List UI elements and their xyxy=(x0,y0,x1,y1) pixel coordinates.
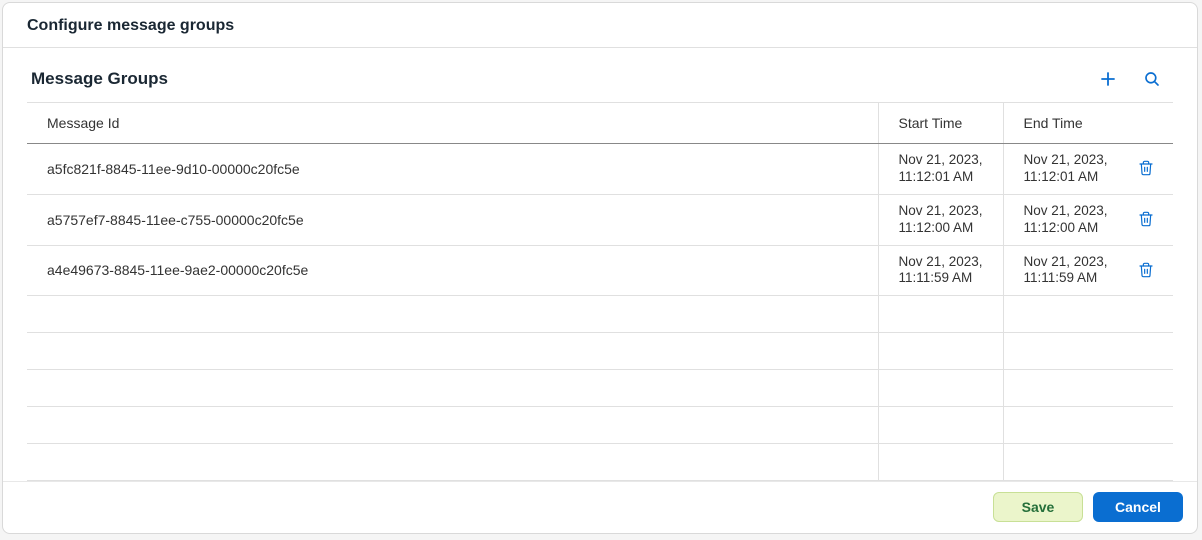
section-header: Message Groups xyxy=(27,66,1173,92)
cell-message-id: a5757ef7-8845-11ee-c755-00000c20fc5e xyxy=(27,194,878,245)
cell-end-time: Nov 21, 2023, 11:12:01 AM xyxy=(1003,144,1128,195)
cell-message-id: a5fc821f-8845-11ee-9d10-00000c20fc5e xyxy=(27,144,878,195)
search-button[interactable] xyxy=(1139,66,1165,92)
message-groups-table: Message Id Start Time End Time a5fc821f-… xyxy=(27,102,1173,481)
column-header-end-time[interactable]: End Time xyxy=(1003,103,1128,144)
add-button[interactable] xyxy=(1095,66,1121,92)
cancel-button[interactable]: Cancel xyxy=(1093,492,1183,522)
table-row[interactable]: a5fc821f-8845-11ee-9d10-00000c20fc5e Nov… xyxy=(27,144,1173,195)
table-row[interactable]: a4e49673-8845-11ee-9ae2-00000c20fc5e Nov… xyxy=(27,245,1173,296)
table-row-empty xyxy=(27,407,1173,444)
plus-icon xyxy=(1099,70,1117,88)
section-title: Message Groups xyxy=(27,69,168,89)
cell-end-time: Nov 21, 2023, 11:12:00 AM xyxy=(1003,194,1128,245)
table-header-row: Message Id Start Time End Time xyxy=(27,103,1173,144)
trash-icon xyxy=(1138,160,1154,176)
section-actions xyxy=(1095,66,1173,92)
trash-icon xyxy=(1138,211,1154,227)
cell-start-time: Nov 21, 2023, 11:12:00 AM xyxy=(878,194,1003,245)
table-row-empty xyxy=(27,296,1173,333)
trash-icon xyxy=(1138,262,1154,278)
configure-message-groups-dialog: Configure message groups Message Groups xyxy=(2,2,1198,534)
cell-start-time: Nov 21, 2023, 11:12:01 AM xyxy=(878,144,1003,195)
dialog-title: Configure message groups xyxy=(27,17,1173,35)
dialog-footer: Save Cancel xyxy=(3,481,1197,534)
dialog-header: Configure message groups xyxy=(3,3,1197,48)
table-row-empty xyxy=(27,444,1173,481)
table-row-empty xyxy=(27,333,1173,370)
delete-row-button[interactable] xyxy=(1136,260,1156,280)
save-button[interactable]: Save xyxy=(993,492,1083,522)
cell-end-time: Nov 21, 2023, 11:11:59 AM xyxy=(1003,245,1128,296)
table-row[interactable]: a5757ef7-8845-11ee-c755-00000c20fc5e Nov… xyxy=(27,194,1173,245)
delete-row-button[interactable] xyxy=(1136,158,1156,178)
search-icon xyxy=(1143,70,1161,88)
cell-start-time: Nov 21, 2023, 11:11:59 AM xyxy=(878,245,1003,296)
dialog-content: Message Groups xyxy=(3,48,1197,481)
delete-row-button[interactable] xyxy=(1136,209,1156,229)
table-row-empty xyxy=(27,370,1173,407)
cell-message-id: a4e49673-8845-11ee-9ae2-00000c20fc5e xyxy=(27,245,878,296)
column-header-message-id[interactable]: Message Id xyxy=(27,103,878,144)
column-header-start-time[interactable]: Start Time xyxy=(878,103,1003,144)
column-header-actions xyxy=(1128,103,1173,144)
